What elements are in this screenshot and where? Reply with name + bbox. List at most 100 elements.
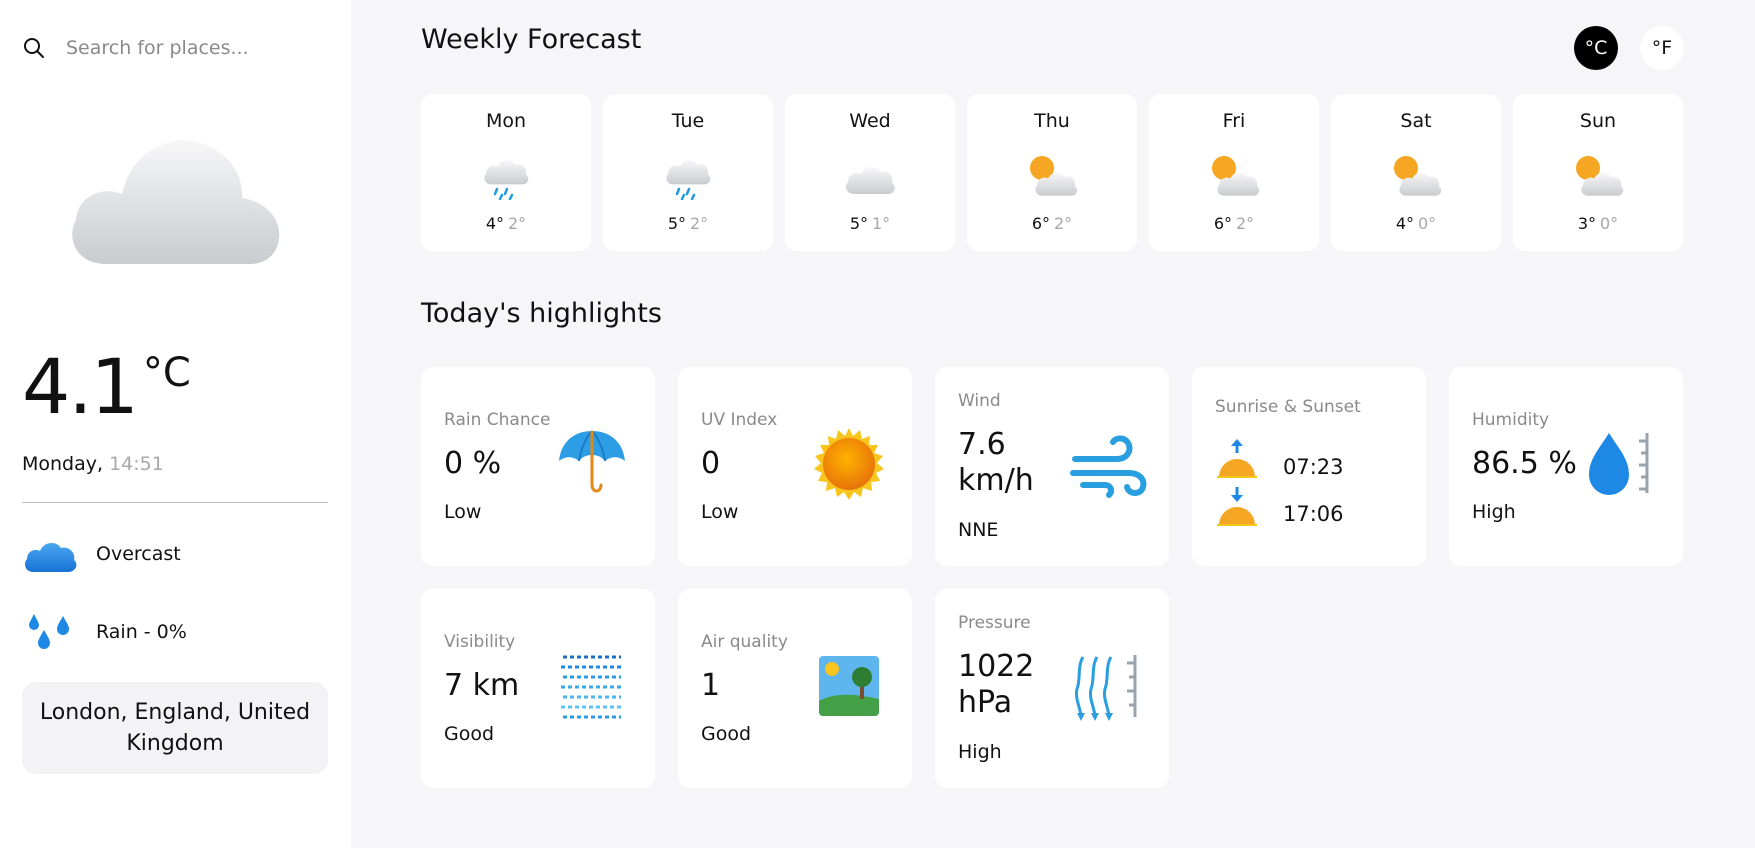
partly-cloudy-icon [1576,156,1624,196]
day-name: Sat [1400,110,1432,132]
day-card[interactable]: Sat 4° 0° [1331,94,1501,251]
humidity-icon [1589,433,1649,495]
air-quality-card: Air quality 1 Good [678,589,912,788]
card-value: 86.5 % [1472,446,1577,481]
day-high: 4° [485,214,504,233]
current-day: Monday, [22,453,104,475]
card-sub: Good [444,723,495,745]
card-title: Rain Chance [444,410,551,430]
day-low: 2° [1054,214,1073,233]
day-temps: 5° 2° [603,214,773,233]
card-value: 1 [701,668,721,703]
highlights-title: Today's highlights [421,298,662,329]
sunrise-icon [1217,439,1257,478]
temperature-value: 4.1 [22,342,139,431]
rain-label: Rain - 0% [96,621,187,643]
search-bar[interactable] [22,30,322,66]
day-temps: 4° 0° [1331,214,1501,233]
day-temps: 6° 2° [1149,214,1319,233]
day-temps: 6° 2° [967,214,1137,233]
day-low: 0° [1600,214,1619,233]
day-card[interactable]: Wed 5° 1° [785,94,955,251]
current-time: 14:51 [109,453,164,475]
day-high: 5° [849,214,868,233]
condition-row: Overcast [22,534,181,574]
day-low: 2° [1236,214,1255,233]
cloud-icon [846,167,895,194]
fahrenheit-toggle[interactable]: °F [1640,26,1684,70]
rain-cloud-icon [484,160,529,200]
sunset-time: 17:06 [1283,502,1344,526]
day-high: 4° [1395,214,1414,233]
humidity-card: Humidity 86.5 % High [1449,367,1683,566]
overcast-cloud-icon [72,140,280,264]
card-sub: High [1472,501,1516,523]
day-name: Thu [1034,110,1070,132]
card-value: 0 % [444,446,502,481]
day-temps: 3° 0° [1513,214,1683,233]
partly-cloudy-icon [1212,156,1260,196]
day-card[interactable]: Fri 6° 2° [1149,94,1319,251]
fog-icon [561,655,621,719]
day-high: 3° [1577,214,1596,233]
sunrise-time: 07:23 [1283,455,1344,479]
day-name: Tue [671,110,705,132]
rain-chance-card: Rain Chance 0 % Low [421,367,655,566]
sunrise-sunset-card: Sunrise & Sunset 07:23 17:06 [1192,367,1426,566]
day-card[interactable]: Thu 6° 2° [967,94,1137,251]
wind-card: Wind 7.6 km/h NNE [935,367,1169,566]
pressure-card: Pressure 1022 hPa High [935,589,1169,788]
weekly-forecast: Mon 4° 2° Tue 5° 2° Wed 5° 1° Thu 6° 2° … [421,94,1683,251]
day-temps: 4° 2° [421,214,591,233]
day-card[interactable]: Mon 4° 2° [421,94,591,251]
visibility-card: Visibility 7 km Good [421,589,655,788]
temperature-unit: °C [142,350,191,396]
rain-cloud-icon [666,160,711,200]
card-title: Wind [958,391,1001,411]
pressure-icon [1075,655,1137,721]
card-title: Air quality [701,632,788,652]
day-high: 6° [1031,214,1050,233]
day-low: 2° [508,214,527,233]
card-title: Sunrise & Sunset [1215,397,1361,417]
main-panel: Weekly Forecast °C °F Mon 4° 2° Tue 5° 2… [351,0,1755,848]
card-sub: Low [701,501,739,523]
card-value: 0 [701,446,721,481]
search-input[interactable] [66,37,316,59]
card-unit: hPa [958,685,1013,720]
partly-cloudy-icon [1394,156,1442,196]
condition-label: Overcast [96,543,181,565]
sun-icon [814,428,884,500]
card-sub: Good [701,723,752,745]
location-box: London, England, United Kingdom [22,682,328,774]
landscape-icon [819,656,879,716]
divider [22,502,328,503]
card-title: Pressure [958,613,1031,633]
day-name: Wed [849,110,891,132]
card-value: 7.6 [958,427,1006,462]
weekly-forecast-title: Weekly Forecast [421,24,642,55]
day-name: Sun [1579,110,1617,132]
celsius-toggle[interactable]: °C [1574,26,1618,70]
rain-drops-icon [29,614,69,649]
day-low: 1° [872,214,891,233]
current-temperature: 4.1 °C [22,345,191,429]
day-low: 0° [1418,214,1437,233]
card-value: 1022 [958,649,1035,684]
card-title: UV Index [701,410,778,430]
rain-row: Rain - 0% [22,610,187,654]
card-sub: NNE [958,519,999,541]
highlights-grid: Rain Chance 0 % Low UV Index 0 Low Wind [421,367,1683,788]
wind-icon [1070,435,1147,498]
card-value: 7 km [444,668,520,703]
day-card[interactable]: Sun 3° 0° [1513,94,1683,251]
cloud-icon [25,542,77,572]
location-label: London, England, United Kingdom [39,700,311,756]
sunset-icon [1217,487,1257,526]
card-title: Visibility [444,632,516,652]
day-high: 6° [1213,214,1232,233]
umbrella-icon [559,430,625,493]
search-icon[interactable] [22,36,46,60]
uv-index-card: UV Index 0 Low [678,367,912,566]
day-card[interactable]: Tue 5° 2° [603,94,773,251]
